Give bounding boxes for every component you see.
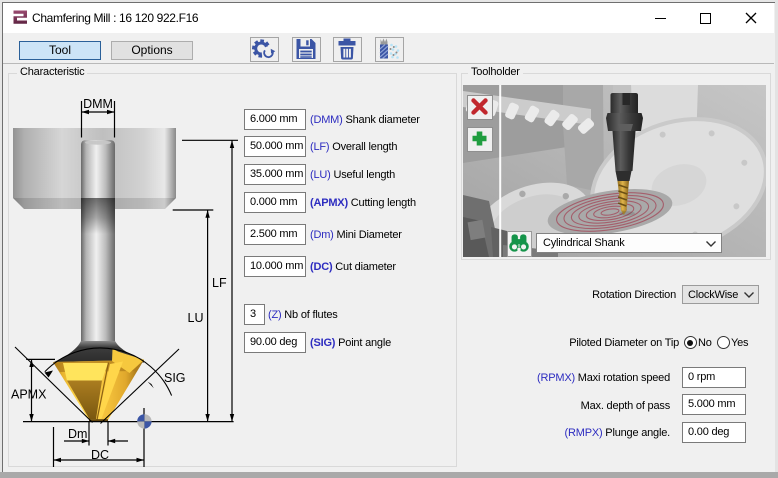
svg-text:LF: LF — [212, 276, 227, 290]
svg-text:APMX: APMX — [11, 388, 47, 402]
svg-text:Dm: Dm — [68, 427, 87, 441]
svg-text:DC: DC — [91, 448, 109, 462]
svg-text:DMM: DMM — [83, 97, 113, 111]
svg-text:LU: LU — [188, 311, 204, 325]
svg-text:SIG: SIG — [164, 371, 186, 385]
